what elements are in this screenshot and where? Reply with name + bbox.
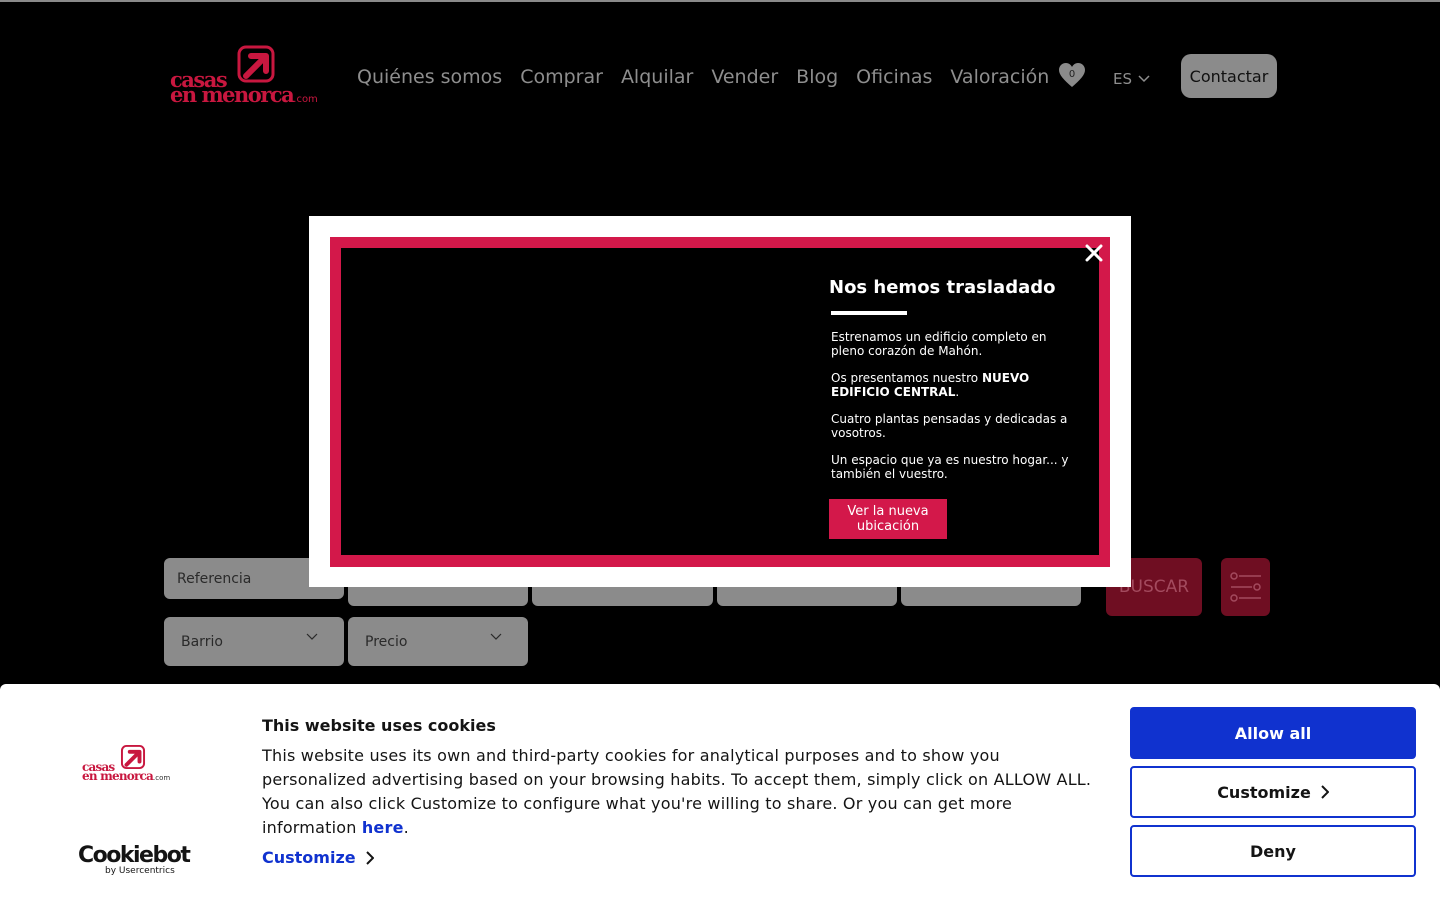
- favorites-button[interactable]: 0: [1058, 62, 1086, 90]
- language-label: ES: [1113, 70, 1132, 88]
- modal-frame: Nos hemos trasladado Estrenamos un edifi…: [330, 237, 1110, 567]
- logo-arrow-icon: [237, 45, 275, 83]
- title-underline: [831, 311, 907, 315]
- language-selector[interactable]: ES: [1113, 70, 1150, 88]
- chevron-down-icon: [1138, 75, 1150, 83]
- top-border: [0, 0, 1440, 2]
- cookiebot-name: Cookiebot: [78, 843, 191, 868]
- sliders-icon: [1229, 572, 1261, 602]
- allow-all-button[interactable]: Allow all: [1130, 707, 1416, 759]
- cookie-site-logo: casas en menorca.com: [80, 744, 180, 784]
- nav-oficinas[interactable]: Oficinas: [856, 66, 932, 88]
- cookie-description: This website uses its own and third-part…: [262, 746, 1092, 837]
- logo-text-line2: en menorca.com: [170, 82, 318, 107]
- cookie-title: This website uses cookies: [262, 716, 496, 735]
- modal-paragraph-2: Os presentamos nuestro NUEVO EDIFICIO CE…: [831, 371, 1030, 399]
- main-nav: Quiénes somos Comprar Alquilar Vender Bl…: [357, 66, 1049, 88]
- nav-quienes-somos[interactable]: Quiénes somos: [357, 66, 502, 88]
- modal-body: Estrenamos un edificio completo en pleno…: [831, 330, 1077, 494]
- chevron-right-icon: [365, 850, 374, 865]
- customize-button-label: Customize: [1217, 782, 1311, 802]
- nav-comprar[interactable]: Comprar: [520, 66, 603, 88]
- barrio-select[interactable]: Barrio: [164, 617, 344, 666]
- contact-button[interactable]: Contactar: [1181, 54, 1277, 98]
- modal-content: Nos hemos trasladado Estrenamos un edifi…: [341, 248, 1099, 555]
- customize-link-label: Customize: [262, 848, 356, 867]
- view-location-button[interactable]: Ver la nueva ubicación: [829, 499, 947, 539]
- modal-paragraph-4: Un espacio que ya es nuestro hogar... y …: [831, 453, 1069, 481]
- close-icon[interactable]: [1083, 242, 1105, 264]
- advanced-filters-button[interactable]: [1221, 558, 1270, 616]
- chevron-right-icon: [1321, 785, 1329, 799]
- nav-vender[interactable]: Vender: [711, 66, 778, 88]
- cookie-logo-line2: en menorca.com: [82, 769, 171, 783]
- modal-paragraph-1: Estrenamos un edificio completo en pleno…: [831, 330, 1047, 358]
- cookiebot-logo[interactable]: Cookiebot by Usercentrics: [78, 843, 191, 876]
- nav-blog[interactable]: Blog: [796, 66, 838, 88]
- cookiebot-sub: by Usercentrics: [105, 866, 175, 876]
- nav-valoracion[interactable]: Valoración: [950, 66, 1049, 88]
- customize-button[interactable]: Customize: [1130, 766, 1416, 818]
- modal-paragraph-3: Cuatro plantas pensadas y dedicadas a vo…: [831, 412, 1068, 440]
- logo-arrow-icon: [120, 744, 146, 770]
- chevron-down-icon: [490, 633, 502, 640]
- precio-label: Precio: [365, 633, 408, 650]
- chevron-down-icon: [306, 633, 318, 640]
- cookie-banner: casas en menorca.com Cookiebot by Userce…: [0, 684, 1440, 900]
- modal-title: Nos hemos trasladado: [829, 277, 1056, 298]
- more-info-link[interactable]: here: [362, 818, 404, 837]
- reference-placeholder: Referencia: [177, 570, 252, 587]
- favorites-count: 0: [1068, 69, 1076, 80]
- relocation-modal: Nos hemos trasladado Estrenamos un edifi…: [309, 216, 1131, 587]
- nav-alquilar[interactable]: Alquilar: [621, 66, 693, 88]
- customize-link[interactable]: Customize: [262, 848, 374, 867]
- site-logo[interactable]: casas en menorca.com: [168, 44, 338, 107]
- barrio-label: Barrio: [181, 633, 223, 650]
- precio-select[interactable]: Precio: [348, 617, 528, 666]
- deny-button[interactable]: Deny: [1130, 825, 1416, 877]
